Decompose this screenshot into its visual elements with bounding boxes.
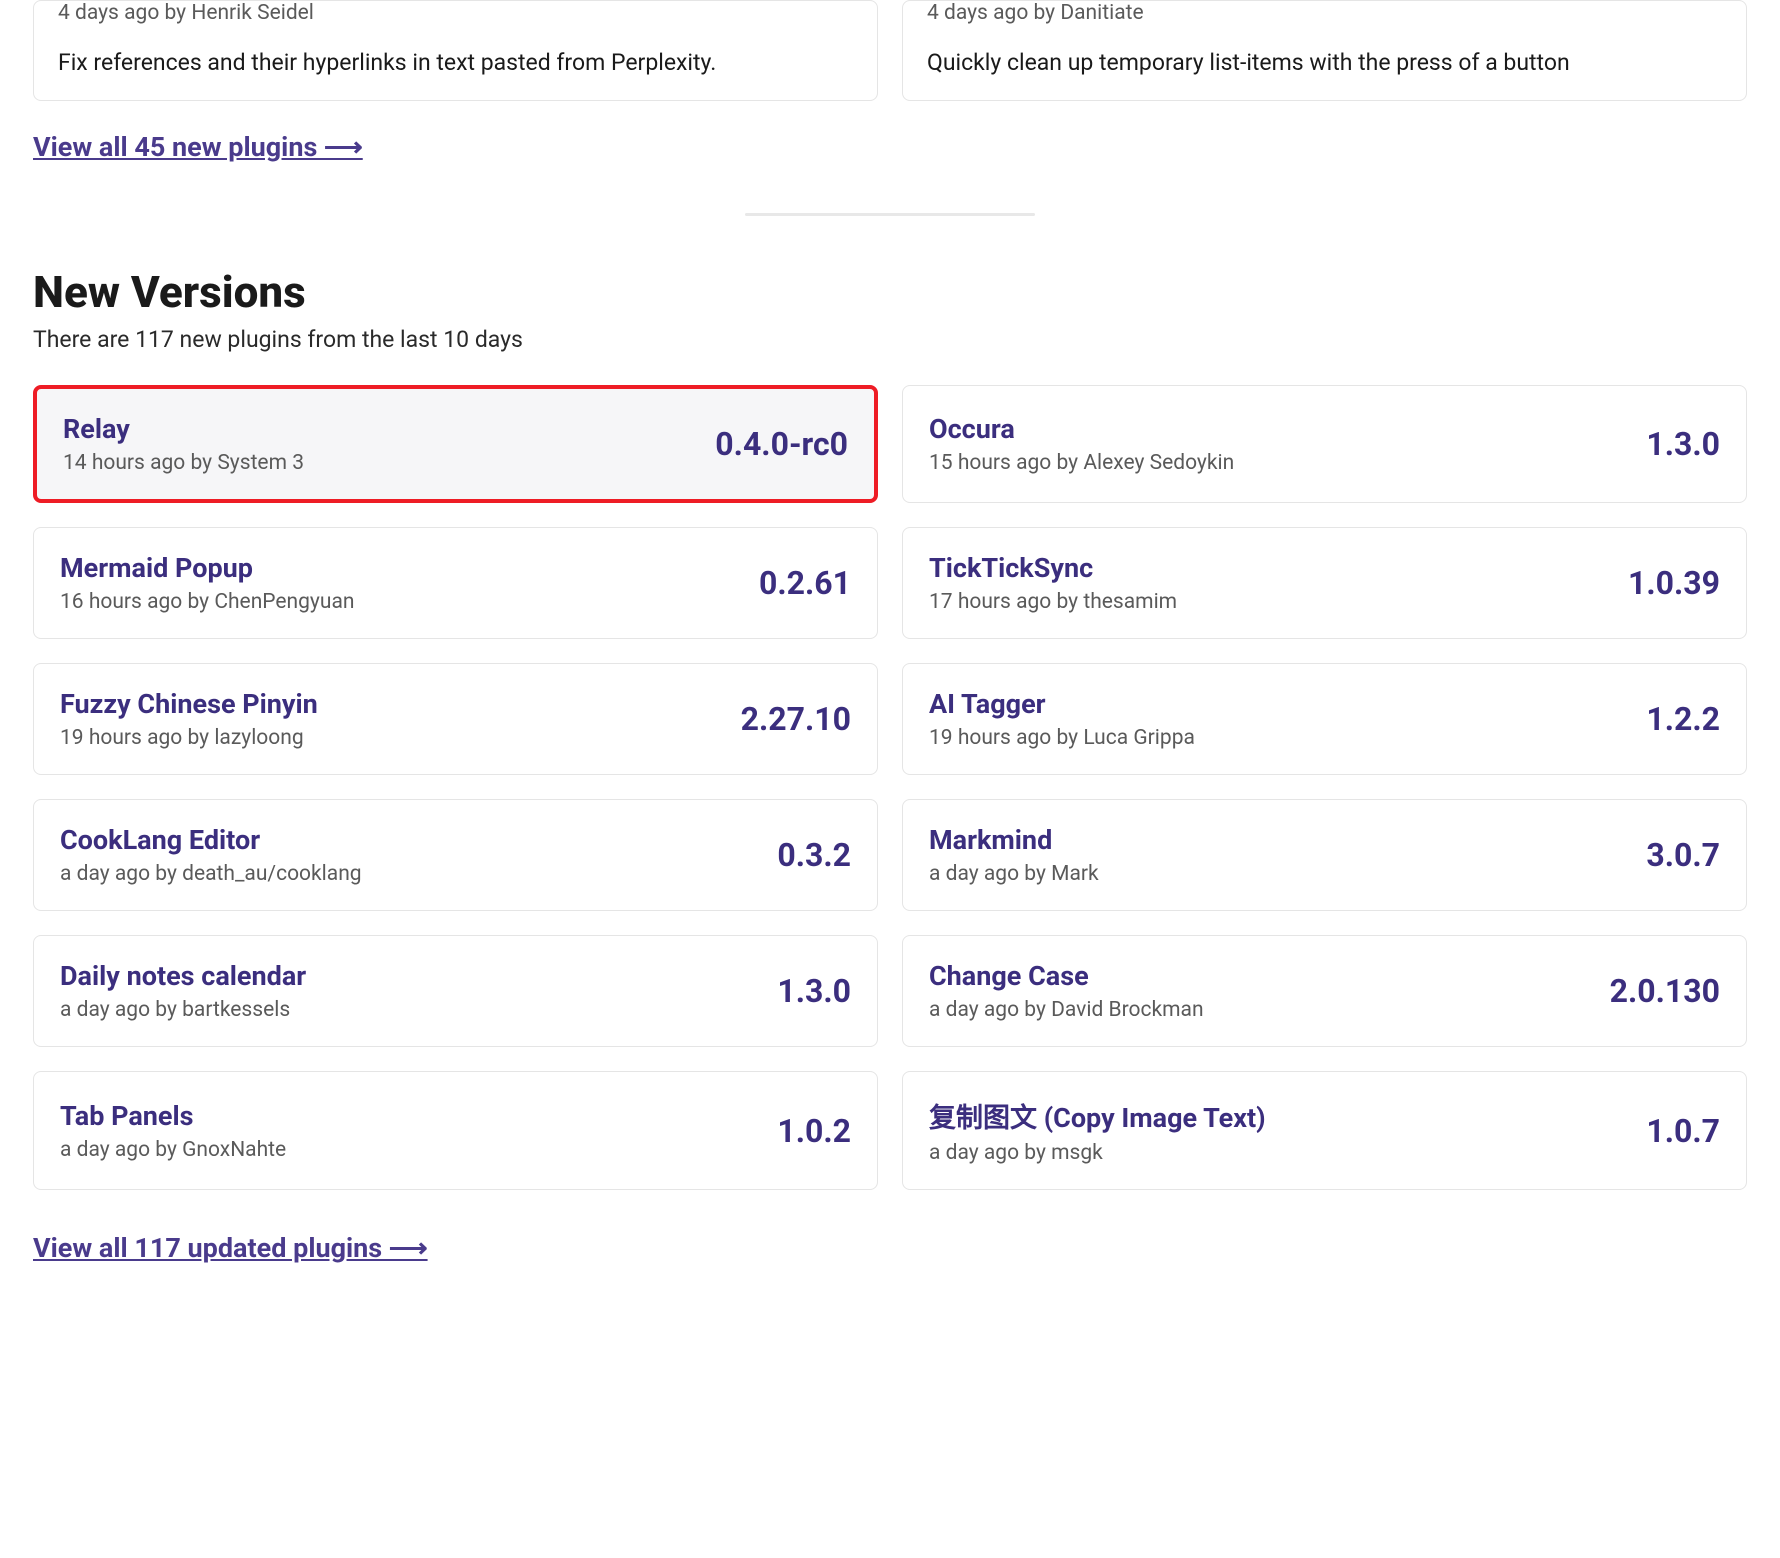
version-card-left: Mermaid Popup 16 hours ago by ChenPengyua… xyxy=(60,552,354,614)
version-card-left: Markmind a day ago by Mark xyxy=(929,824,1099,886)
version-card-left: AI Tagger 19 hours ago by Luca Grippa xyxy=(929,688,1195,750)
section-divider xyxy=(745,213,1035,216)
version-card[interactable]: Relay 14 hours ago by System 3 0.4.0-rc0 xyxy=(33,385,878,503)
view-all-new-plugins-link[interactable]: View all 45 new plugins ⟶ xyxy=(33,131,363,163)
new-versions-title: New Versions xyxy=(33,266,1747,318)
version-number: 0.3.2 xyxy=(777,836,851,874)
version-title: Tab Panels xyxy=(60,1100,286,1132)
version-card-left: Relay 14 hours ago by System 3 xyxy=(63,413,304,475)
version-meta: a day ago by msgk xyxy=(929,1141,1266,1165)
version-card[interactable]: Mermaid Popup 16 hours ago by ChenPengyua… xyxy=(33,527,878,639)
version-card[interactable]: Daily notes calendar a day ago by bartkes… xyxy=(33,935,878,1047)
version-card[interactable]: Change Case a day ago by David Brockman 2.… xyxy=(902,935,1747,1047)
version-meta: a day ago by bartkessels xyxy=(60,998,306,1022)
version-number: 1.0.7 xyxy=(1646,1112,1720,1150)
version-card[interactable]: AI Tagger 19 hours ago by Luca Grippa 1.2.… xyxy=(902,663,1747,775)
version-card-left: Occura 15 hours ago by Alexey Sedoykin xyxy=(929,413,1234,475)
top-cards-row: 4 days ago by Henrik Seidel Fix referenc… xyxy=(33,0,1747,101)
view-all-updated-plugins-link[interactable]: View all 117 updated plugins ⟶ xyxy=(33,1232,428,1264)
version-number: 1.2.2 xyxy=(1646,700,1720,738)
version-title: Markmind xyxy=(929,824,1099,856)
version-number: 1.0.39 xyxy=(1628,564,1720,602)
version-title: Change Case xyxy=(929,960,1204,992)
version-title: TickTickSync xyxy=(929,552,1177,584)
version-title: Relay xyxy=(63,413,304,445)
version-title: Occura xyxy=(929,413,1234,445)
version-number: 1.3.0 xyxy=(777,972,851,1010)
version-card[interactable]: Tab Panels a day ago by GnoxNahte 1.0.2 xyxy=(33,1071,878,1190)
version-title: 复制图文 (Copy Image Text) xyxy=(929,1096,1266,1135)
version-title: AI Tagger xyxy=(929,688,1195,720)
version-grid: Relay 14 hours ago by System 3 0.4.0-rc0 Oc… xyxy=(33,385,1747,1190)
version-card-left: CookLang Editor a day ago by death_au/coo… xyxy=(60,824,362,886)
version-card-left: TickTickSync 17 hours ago by thesamim xyxy=(929,552,1177,614)
version-number: 3.0.7 xyxy=(1646,836,1720,874)
version-title: Daily notes calendar xyxy=(60,960,306,992)
plugin-card[interactable]: 4 days ago by Henrik Seidel Fix referenc… xyxy=(33,0,878,101)
version-card[interactable]: TickTickSync 17 hours ago by thesamim 1.0.… xyxy=(902,527,1747,639)
plugin-card-desc: Quickly clean up temporary list-items wi… xyxy=(927,49,1722,76)
version-meta: a day ago by GnoxNahte xyxy=(60,1138,286,1162)
version-card[interactable]: CookLang Editor a day ago by death_au/coo… xyxy=(33,799,878,911)
version-meta: 17 hours ago by thesamim xyxy=(929,590,1177,614)
plugin-card-meta: 4 days ago by Henrik Seidel xyxy=(58,1,853,25)
plugin-card[interactable]: 4 days ago by Danitiate Quickly clean up… xyxy=(902,0,1747,101)
version-card-left: 复制图文 (Copy Image Text) a day ago by msgk xyxy=(929,1096,1266,1165)
version-meta: 16 hours ago by ChenPengyuan xyxy=(60,590,354,614)
version-card-left: Change Case a day ago by David Brockman xyxy=(929,960,1204,1022)
version-number: 0.2.61 xyxy=(759,564,851,602)
version-title: Mermaid Popup xyxy=(60,552,354,584)
version-card[interactable]: Occura 15 hours ago by Alexey Sedoykin 1.3… xyxy=(902,385,1747,503)
version-meta: 19 hours ago by Luca Grippa xyxy=(929,726,1195,750)
version-number: 1.3.0 xyxy=(1646,425,1720,463)
version-card-left: Daily notes calendar a day ago by bartkes… xyxy=(60,960,306,1022)
plugin-card-desc: Fix references and their hyperlinks in t… xyxy=(58,49,853,76)
version-meta: a day ago by David Brockman xyxy=(929,998,1204,1022)
version-number: 2.0.130 xyxy=(1610,972,1720,1010)
version-title: CookLang Editor xyxy=(60,824,362,856)
version-number: 2.27.10 xyxy=(741,700,851,738)
new-versions-subtitle: There are 117 new plugins from the last … xyxy=(33,326,1747,353)
version-card[interactable]: 复制图文 (Copy Image Text) a day ago by msgk 1… xyxy=(902,1071,1747,1190)
plugin-card-meta: 4 days ago by Danitiate xyxy=(927,1,1722,25)
version-number: 1.0.2 xyxy=(777,1112,851,1150)
version-card[interactable]: Fuzzy Chinese Pinyin 19 hours ago by lazy… xyxy=(33,663,878,775)
version-card[interactable]: Markmind a day ago by Mark 3.0.7 xyxy=(902,799,1747,911)
version-meta: 14 hours ago by System 3 xyxy=(63,451,304,475)
version-meta: 15 hours ago by Alexey Sedoykin xyxy=(929,451,1234,475)
version-meta: a day ago by Mark xyxy=(929,862,1099,886)
version-title: Fuzzy Chinese Pinyin xyxy=(60,688,318,720)
version-card-left: Fuzzy Chinese Pinyin 19 hours ago by lazy… xyxy=(60,688,318,750)
version-card-left: Tab Panels a day ago by GnoxNahte xyxy=(60,1100,286,1162)
version-number: 0.4.0-rc0 xyxy=(715,425,848,463)
version-meta: a day ago by death_au/cooklang xyxy=(60,862,362,886)
version-meta: 19 hours ago by lazyloong xyxy=(60,726,318,750)
